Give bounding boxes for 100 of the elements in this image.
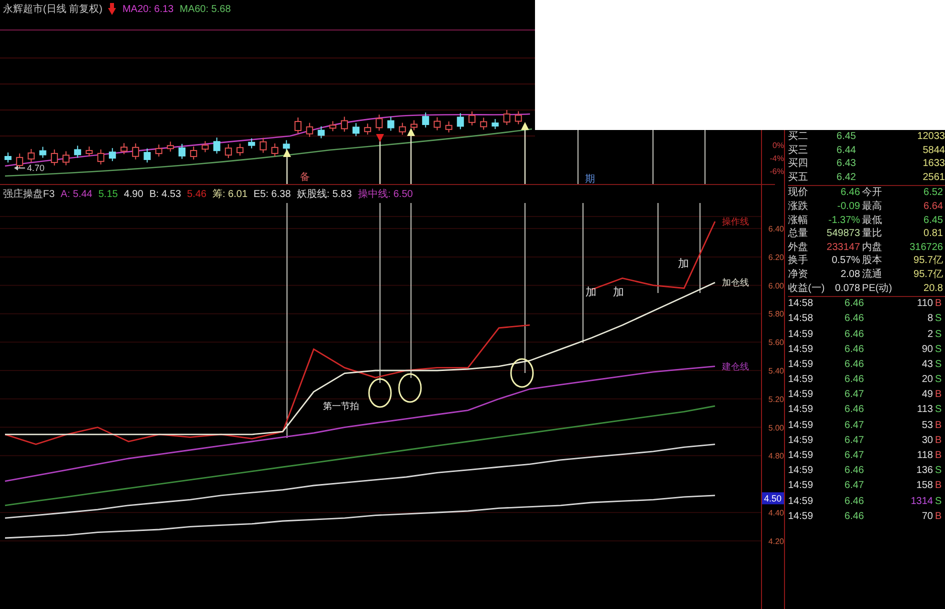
quote-label: 涨跌 (788, 200, 809, 214)
candle (282, 140, 290, 152)
price-tag: 4.50 (762, 492, 785, 504)
candle (260, 137, 267, 154)
arrow (407, 128, 415, 184)
tick-time: 14:59 (788, 358, 814, 372)
quote-label: 最低 (862, 214, 884, 228)
quote-value: 95.7亿 (912, 255, 943, 268)
tick-side: B (935, 298, 943, 311)
order-price: 6.45 (836, 131, 856, 144)
tick-price: 6.46 (844, 358, 864, 372)
order-price: 6.44 (836, 144, 856, 158)
tick-volume: 53 (920, 420, 933, 432)
tick-price: 6.46 (844, 313, 864, 326)
arrow-icon (108, 3, 116, 15)
order-volume: 12033 (916, 131, 945, 144)
tick-side: S (935, 358, 943, 372)
tick-side: S (935, 465, 943, 478)
axis-label: 5.40 (768, 366, 784, 376)
candle (155, 144, 162, 158)
order-volume: 1633 (922, 158, 945, 171)
indicator-value: 筹: 6.01 (212, 188, 248, 201)
tick-side: S (935, 313, 943, 326)
quote-label: 净资 (788, 268, 809, 282)
tick-time: 14:58 (788, 298, 814, 311)
vertical-line (652, 130, 654, 185)
candle (178, 143, 186, 160)
candle (50, 148, 58, 166)
quote-value: 2.08 (840, 268, 860, 282)
candle (108, 148, 116, 162)
candle (468, 110, 476, 126)
candle (434, 116, 441, 131)
tick-time: 14:59 (788, 374, 814, 387)
order-label: 买二 (788, 131, 809, 144)
quote-label: 总量 (788, 228, 809, 241)
quote-value: 0.078 (834, 282, 860, 296)
price-label: 4.70 (27, 163, 45, 173)
indicator-value: E5: 6.38 (254, 188, 291, 200)
tick-volume: 2 (926, 328, 933, 342)
quote-label: PE(动) (862, 282, 892, 296)
tick-volume: 43 (920, 358, 933, 372)
tick-side: S (935, 404, 943, 418)
tick-time: 14:59 (788, 496, 814, 508)
tick-time: 14:59 (788, 389, 814, 402)
line-label: 操作线 (722, 216, 749, 226)
axis-label: 5.80 (768, 310, 784, 319)
candle (318, 126, 325, 139)
arrow (283, 149, 291, 184)
candle (97, 148, 104, 165)
candle (410, 120, 418, 131)
tick-price: 6.46 (844, 344, 864, 356)
tick-time: 14:59 (788, 465, 814, 478)
quote-label: 股本 (862, 255, 884, 268)
axis-label: 4.80 (768, 452, 784, 461)
candle (456, 112, 464, 130)
order-price: 6.42 (836, 172, 856, 184)
indicator-value: 强庄操盘F3 (3, 188, 55, 201)
tick-price: 6.46 (844, 374, 864, 387)
chart-title: 永辉超市(日线 前复权) (3, 2, 102, 16)
quote-value: 6.45 (922, 214, 943, 228)
tick-time: 14:59 (788, 450, 814, 463)
tick-price: 6.47 (844, 389, 864, 402)
indicator-value: MA60: 5.68 (180, 4, 231, 14)
highlight-circle (398, 373, 422, 403)
candle (86, 146, 93, 158)
candle (190, 146, 198, 160)
candle (16, 152, 24, 169)
axis-label: -6% (770, 167, 784, 176)
quote-value: 6.64 (922, 200, 943, 214)
tick-price: 6.47 (844, 480, 864, 493)
tick-side: S (935, 344, 943, 356)
order-volume: 5844 (922, 144, 945, 158)
arrow-icon (14, 166, 26, 170)
candle (398, 122, 406, 136)
candle (248, 138, 256, 149)
tick-side: S (935, 328, 943, 342)
signal-mark: 期 (585, 174, 595, 185)
signal-mark: 备 (300, 172, 310, 183)
tick-side: S (935, 374, 943, 387)
indicator-value: MA20: 6.13 (122, 4, 174, 14)
quote-label: 流通 (862, 268, 884, 282)
quote-value: 95.7亿 (912, 268, 943, 282)
axis-label: 0% (772, 141, 784, 150)
tick-price: 6.46 (844, 510, 864, 524)
order-volume: 2561 (922, 172, 945, 184)
chart-annotation: 加 (585, 286, 596, 298)
candle (236, 143, 244, 156)
candle (28, 148, 35, 162)
candle (120, 142, 128, 155)
vertical-line (704, 130, 706, 185)
candle (294, 117, 302, 134)
quote-value: 233147 (826, 242, 860, 254)
candle (271, 142, 278, 157)
quote-value: 0.57% (830, 255, 860, 268)
quote-value: -0.09 (836, 200, 860, 214)
candle (202, 140, 209, 153)
tick-volume: 8 (926, 313, 933, 326)
axis-label: 5.60 (768, 338, 784, 348)
tick-volume: 1314 (910, 496, 933, 508)
chart-annotation: 加 (678, 258, 689, 270)
